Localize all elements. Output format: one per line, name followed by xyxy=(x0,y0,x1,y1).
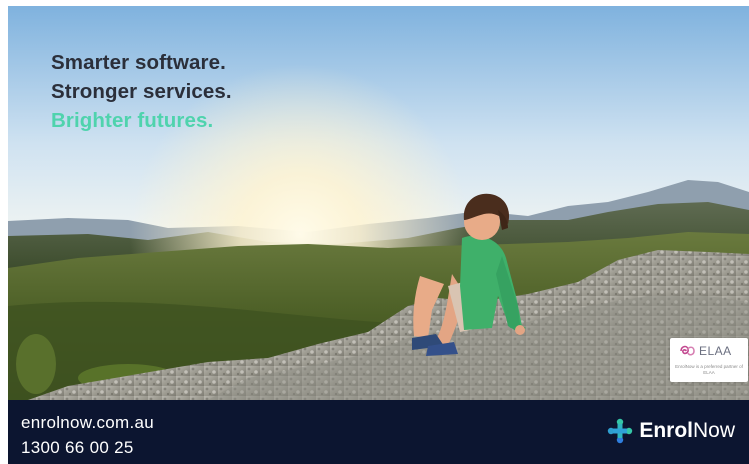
elaa-logo-text: ELAA xyxy=(699,344,732,358)
headline-line-2: Stronger services. xyxy=(51,80,232,103)
brand-name-light: Now xyxy=(692,419,735,442)
brand-name-bold: Enrol xyxy=(639,419,693,442)
elaa-logo: ELAA xyxy=(678,344,732,358)
elaa-caption: EnrolNow is a preferred partner of ELAA xyxy=(675,364,743,375)
footer-bar: enrolnow.com.au 1300 66 00 25 EnrolNow xyxy=(8,400,749,464)
headline: Smarter software. Stronger services. Bri… xyxy=(51,48,232,135)
headline-line-1: Smarter software. xyxy=(51,51,226,74)
contact-details: enrolnow.com.au 1300 66 00 25 xyxy=(21,410,154,460)
phone-number[interactable]: 1300 66 00 25 xyxy=(21,435,154,460)
headline-line-3: Brighter futures. xyxy=(51,109,214,132)
elaa-logo-icon xyxy=(680,345,695,356)
website-link[interactable]: enrolnow.com.au xyxy=(21,410,154,435)
enrolnow-wordmark: EnrolNow xyxy=(639,419,735,443)
enrolnow-cross-logo-icon xyxy=(608,418,633,444)
enrolnow-logo: EnrolNow xyxy=(607,418,735,444)
elaa-partner-badge: ELAA EnrolNow is a preferred partner of … xyxy=(670,338,748,382)
advertisement-banner: Smarter software. Stronger services. Bri… xyxy=(0,0,749,464)
hero-photo: Smarter software. Stronger services. Bri… xyxy=(8,6,749,400)
